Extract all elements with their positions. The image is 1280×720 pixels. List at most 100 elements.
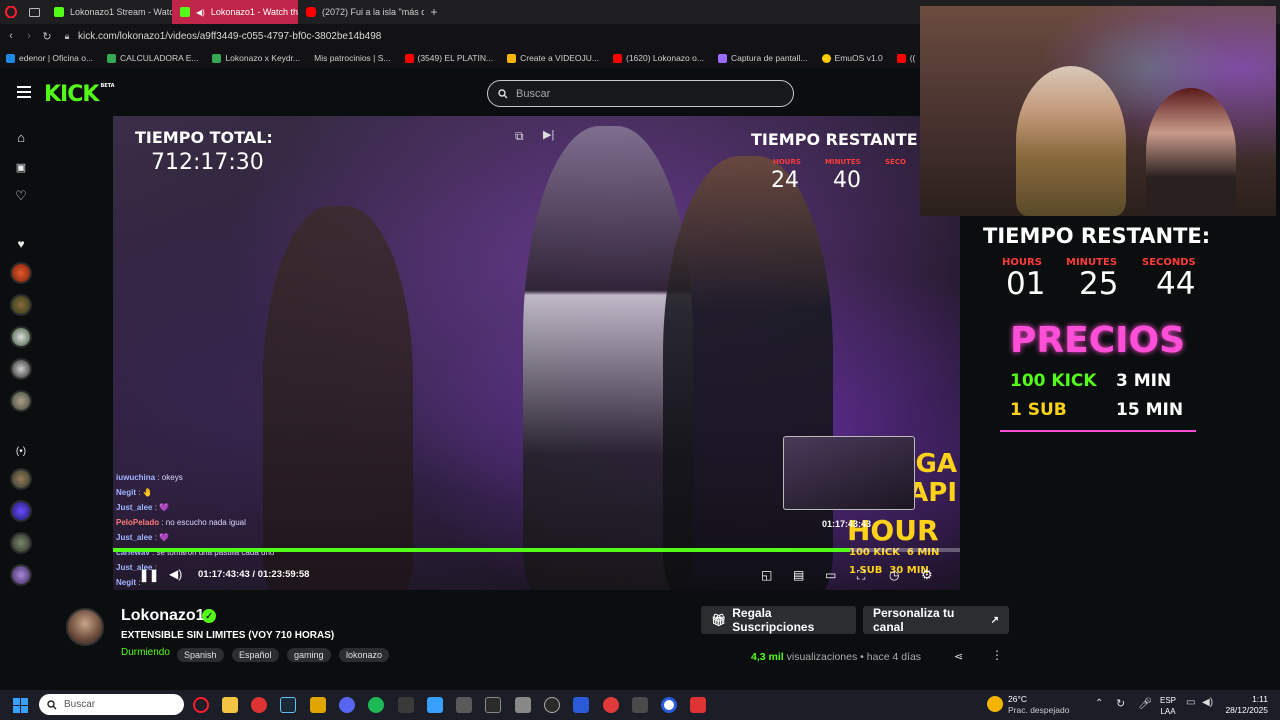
channel-avatar[interactable] [10,358,32,380]
app-icon[interactable] [398,697,414,713]
bookmark-item[interactable]: (3549) EL PLATIN... [404,53,493,63]
app-icon[interactable] [544,697,560,713]
language-indicator[interactable]: ESP LAA [1160,695,1176,717]
app-icon[interactable] [573,697,589,713]
forward-icon[interactable]: › [22,30,36,42]
tag-chip[interactable]: lokonazo [338,648,389,662]
app-icon[interactable] [456,697,472,713]
weather-sun-icon[interactable] [987,696,1003,712]
speaker-icon[interactable]: ◀) [1202,697,1213,708]
clock[interactable]: 1:11 28/12/2025 [1222,694,1268,716]
video-player[interactable]: TIEMPO TOTAL: 712:17:30 TIEMPO RESTANTE … [113,116,960,590]
channel-name[interactable]: Lokonazo1 [121,607,205,625]
popout-icon[interactable]: ⧉ [515,129,524,144]
following-heart-icon[interactable]: ♡ [13,188,29,204]
customize-channel-button[interactable]: Personaliza tu canal ↗ [863,606,1009,634]
taskbar-search[interactable]: Buscar [39,694,184,715]
app-icon[interactable] [603,697,619,713]
share-icon[interactable]: ⋖ [954,650,963,663]
tab-label: Lokonazo1 - Watch the [210,7,298,17]
precios-divider [1000,430,1196,432]
bookmark-item[interactable]: Mis patrocinios | S... [314,53,390,63]
channel-avatar[interactable] [10,468,32,490]
chrome-icon[interactable] [251,697,267,713]
tag-chip[interactable]: gaming [286,648,331,662]
app-icon[interactable] [632,697,648,713]
url-field[interactable]: kick.com/lokonazo1/videos/a9ff3449-c055-… [78,31,381,42]
lock-icon[interactable]: 🔒︎ [58,31,76,42]
bookmark-item[interactable]: EmuOS v1.0 [821,53,883,63]
channel-avatar[interactable] [10,294,32,316]
app-icon[interactable] [485,697,501,713]
app-icon[interactable] [690,697,706,713]
tab-menu-icon[interactable] [22,0,46,24]
seek-bar[interactable] [113,548,960,552]
back-icon[interactable]: ‹ [0,30,22,42]
tab-youtube[interactable]: (2072) Fui a la isla "más c [298,0,424,24]
new-tab-button[interactable]: + [424,5,444,19]
channel-avatar[interactable] [10,262,32,284]
file-explorer-icon[interactable] [222,697,238,713]
speaker-icon[interactable]: ◀) [196,8,205,17]
price-left: 100 KICK [1010,371,1097,391]
category-link[interactable]: Durmiendo [121,647,170,658]
remaining-label: MINUTES [825,158,861,166]
fullscreen-icon[interactable]: ⛶ [857,568,865,583]
tag-chip[interactable]: Spanish [177,648,224,662]
kick-logo[interactable]: KICK BETA [44,82,115,107]
bookmark-item[interactable]: (1620) Lokonazo o... [612,53,704,63]
theater-icon[interactable]: ▤ [793,568,804,582]
volume-icon[interactable]: ◀) [169,567,182,581]
settings-gear-icon[interactable]: ⚙ [921,567,933,583]
seek-preview-thumbnail [783,436,915,510]
seek-bar-fill [113,548,850,552]
gift-subs-button[interactable]: 🎁︎ Regala Suscripciones [701,606,856,634]
tag-chip[interactable]: Español [231,648,279,662]
channel-avatar[interactable] [10,532,32,554]
tab-kick-vod[interactable]: ◀) Lokonazo1 - Watch the [172,0,298,24]
skip-icon[interactable]: ▶| [543,128,554,141]
app-icon[interactable] [661,697,677,713]
channel-avatar[interactable] [66,608,104,646]
pause-icon[interactable]: ❚❚ [139,568,159,582]
channel-avatar[interactable] [10,326,32,348]
weather-widget[interactable]: 26°C Prac. despejado [1008,694,1069,716]
total-time-title: TIEMPO TOTAL: [135,128,273,147]
spotify-icon[interactable] [368,697,384,713]
bookmark-item[interactable]: Lokonazo x Keydr... [212,53,300,63]
microphone-icon[interactable]: 🎤︎ [1138,697,1152,710]
speed-icon[interactable]: ◷ [889,568,899,582]
discord-icon[interactable] [339,697,355,713]
bookmark-item[interactable]: edenor | Oficina o... [6,53,93,63]
steam-icon[interactable] [280,697,296,713]
home-icon[interactable]: ⌂ [13,130,29,146]
chat-line: PeloPelado : no escucho nada igual [116,518,246,527]
time-display: 01:17:43:43 / 01:23:59:58 [198,569,310,580]
miniplayer-icon[interactable]: ◱ [761,568,772,582]
more-options-icon[interactable]: ⋮ [991,648,1003,662]
channel-avatar[interactable] [10,390,32,412]
search-input[interactable]: Buscar [487,80,794,107]
clip-icon[interactable]: ▭ [825,568,836,582]
hamburger-menu-icon[interactable] [17,86,31,98]
kick-favicon-icon [180,7,190,17]
windows-start-icon[interactable] [13,698,29,714]
overlay-value: 01 [1006,266,1046,302]
app-icon[interactable] [310,697,326,713]
bookmark-item[interactable]: (( [896,53,915,63]
bookmark-item[interactable]: Create a VIDEOJU... [507,53,599,63]
channel-avatar[interactable] [10,564,32,586]
reload-icon[interactable]: ↻ [36,30,58,43]
opera-logo-icon[interactable] [0,0,22,24]
network-status-icon[interactable]: ▭ [1186,697,1195,708]
bookmark-item[interactable]: CALCULADORA E... [107,53,198,63]
tab-kick-stream[interactable]: Lokonazo1 Stream - Watch [46,0,172,24]
browse-icon[interactable]: ▣ [13,160,29,176]
channel-avatar[interactable] [10,500,32,522]
app-icon[interactable] [515,697,531,713]
tray-expand-icon[interactable]: ⌃ [1095,698,1103,709]
notepad-icon[interactable] [427,697,443,713]
network-icon[interactable]: ↻ [1116,697,1125,710]
opera-gx-icon[interactable] [193,697,209,713]
bookmark-item[interactable]: Captura de pantall... [717,53,808,63]
